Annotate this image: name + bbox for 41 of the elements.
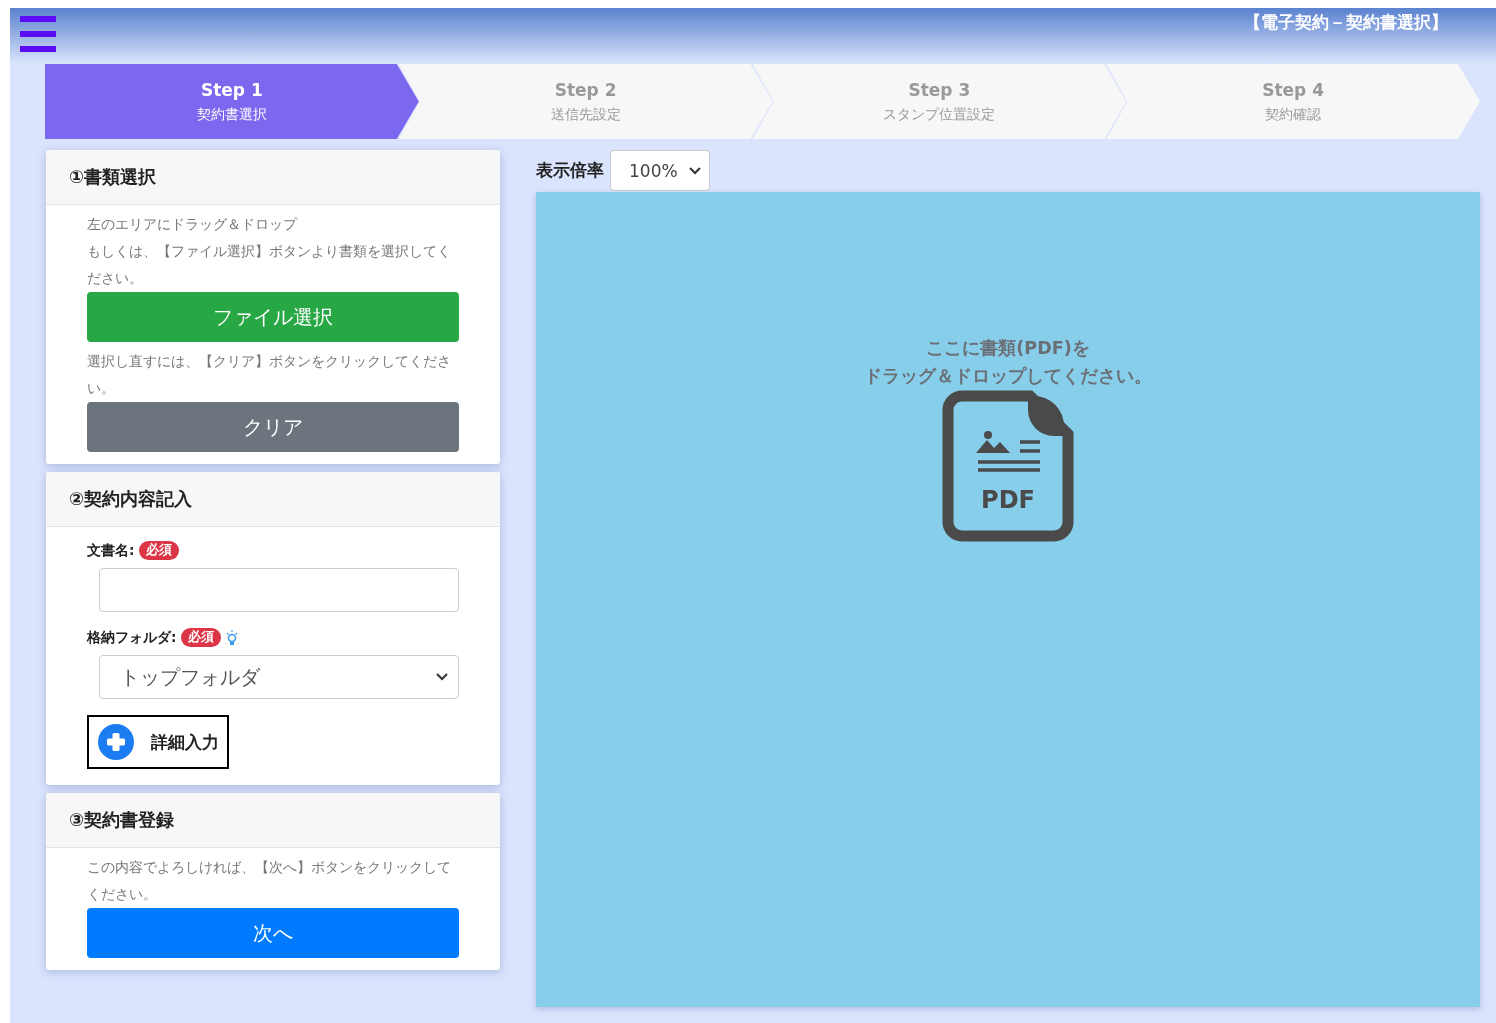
step-subtitle: 送信先設定 xyxy=(550,105,621,124)
instruction-text: 左のエリアにドラッグ＆ドロップ xyxy=(87,215,299,234)
action-button[interactable]: クリア xyxy=(87,402,459,452)
drop-instruction: ここに書類(PDF)を xyxy=(926,337,1090,360)
page-title: 【電子契約－契約書選択】 xyxy=(1244,11,1448,34)
step-title: Step 1 xyxy=(200,79,263,100)
chevron-icon xyxy=(689,166,701,175)
action-button[interactable]: 次へ xyxy=(87,908,459,958)
step-tab[interactable]: Step 1 契約書選択 xyxy=(45,64,419,139)
instruction-text: 選択し直すには、【クリア】ボタンをクリックしてください。 xyxy=(87,352,452,398)
pdf-file-icon: PDF xyxy=(942,390,1074,542)
lightbulb-icon[interactable] xyxy=(226,628,239,647)
section-title: ②契約内容記入 xyxy=(69,487,193,511)
zoom-select[interactable]: 100% xyxy=(610,150,710,191)
details-toggle-button[interactable]: 詳細入力 xyxy=(87,715,229,769)
plus-circle-icon xyxy=(97,723,135,761)
step-title: Step 4 xyxy=(1262,79,1325,100)
section-title: ①書類選択 xyxy=(69,165,157,189)
step-tab[interactable]: Step 3 スタンプ位置設定 xyxy=(752,64,1127,139)
step-subtitle: 契約確認 xyxy=(1265,105,1322,124)
drop-zone[interactable]: ここに書類(PDF)を ドラッグ＆ドロップしてください。 PDF xyxy=(536,192,1480,1007)
required-badge: 必須 xyxy=(139,541,180,560)
action-button[interactable]: ファイル選択 xyxy=(87,292,459,342)
step-title: Step 2 xyxy=(554,79,617,100)
required-badge: 必須 xyxy=(181,628,222,647)
menu-icon[interactable] xyxy=(20,15,56,53)
zoom-label: 表示倍率 xyxy=(536,159,604,182)
instruction-text: この内容でよろしければ、【次へ】ボタンをクリックしてください。 xyxy=(87,858,452,904)
text-input-field[interactable] xyxy=(99,568,459,612)
folder-select[interactable]: トップフォルダ xyxy=(99,655,459,699)
step-subtitle: スタンプ位置設定 xyxy=(883,105,996,124)
field-label: 格納フォルダ: xyxy=(87,628,177,647)
step-tab[interactable]: Step 4 契約確認 xyxy=(1106,64,1480,139)
step-tab[interactable]: Step 2 送信先設定 xyxy=(398,64,773,139)
chevron-icon xyxy=(436,673,448,681)
instruction-text: もしくは、【ファイル選択】ボタンより書類を選択してください。 xyxy=(87,242,452,288)
step-subtitle: 契約書選択 xyxy=(196,105,267,124)
step-title: Step 3 xyxy=(908,79,971,100)
section-title: ③契約書登録 xyxy=(69,808,175,832)
drop-instruction: ドラッグ＆ドロップしてください。 xyxy=(864,365,1152,388)
field-label: 文書名: xyxy=(87,541,135,560)
